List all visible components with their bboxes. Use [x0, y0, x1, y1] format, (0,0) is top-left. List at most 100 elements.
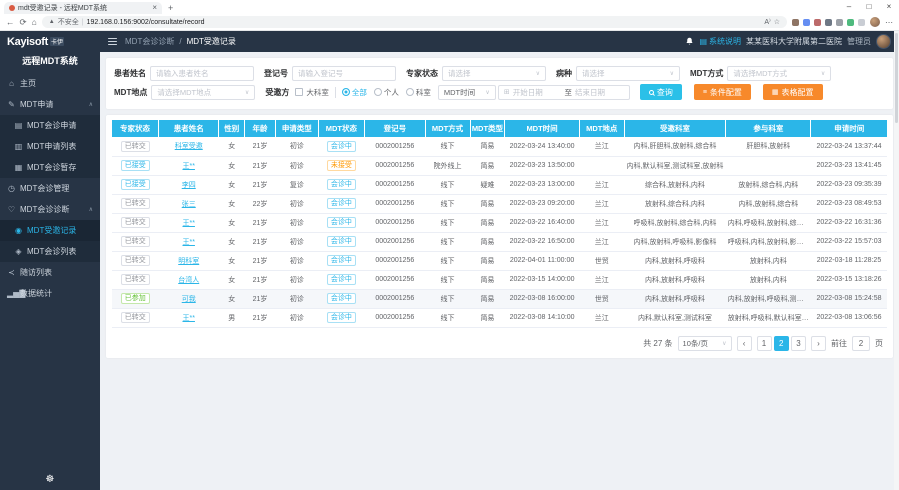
refresh-icon[interactable]: ⟳ [20, 18, 27, 27]
column-header: 年龄 [245, 120, 276, 137]
radio-personal[interactable]: 个人 [374, 87, 399, 98]
extension-icon[interactable] [836, 19, 843, 26]
mdt-status-cell: 会诊中 [318, 232, 365, 251]
browser-menu-icon[interactable]: ⋯ [885, 18, 893, 27]
table-cell: 女 [219, 156, 245, 175]
patient-name-link[interactable]: 可我 [182, 296, 196, 303]
sidebar-item-mdt-consult-diagnosis[interactable]: ♡MDT会诊诊断∧ [0, 199, 100, 220]
extension-icon[interactable] [803, 19, 810, 26]
table-cell: 初诊 [276, 194, 319, 213]
close-button[interactable]: × [879, 0, 899, 14]
table-cell: 初诊 [276, 213, 319, 232]
system-doc-link[interactable]: ▤ 系统说明 [699, 36, 741, 47]
patient-name-link[interactable]: 王** [182, 220, 194, 227]
patient-name-link[interactable]: 李四 [182, 182, 196, 189]
mdt-mode-select[interactable]: 请选择MDT方式∨ [727, 66, 831, 81]
sidebar-item-followup-list[interactable]: ≺随访列表 [0, 262, 100, 283]
table-row: 已转交王**女21岁初诊会诊中0002001256线下简易2022-03-22 … [112, 213, 887, 232]
expert-status-cell: 已转交 [112, 251, 159, 270]
disease-select[interactable]: 请选择∨ [576, 66, 680, 81]
patient-name-link[interactable]: 明科室 [178, 258, 199, 265]
table-cell: 2022-03-08 15:24:58 [811, 289, 887, 308]
patient-name-link[interactable]: 王** [182, 239, 194, 246]
expert-status-cell: 已转交 [112, 213, 159, 232]
prev-page-button[interactable]: ‹ [737, 336, 752, 351]
expert-status-tag: 已转交 [121, 274, 150, 285]
chevron-down-icon: ∨ [536, 70, 540, 77]
read-aloud-icon[interactable]: A⁾ [764, 18, 770, 26]
next-page-button[interactable]: › [811, 336, 826, 351]
scrollbar[interactable] [894, 31, 899, 490]
date-range-input[interactable]: ⊞ 开始日期 至 结束日期 [498, 85, 630, 100]
extension-icon[interactable] [847, 19, 854, 26]
tab-close-icon[interactable]: × [152, 4, 157, 12]
back-icon[interactable]: ← [6, 18, 15, 27]
radio-dept[interactable]: 科室 [406, 87, 431, 98]
expert-status-cell: 已转交 [112, 308, 159, 327]
table-cell: 2022-03-23 13:50:00 [505, 156, 579, 175]
mdt-status-tag: 会诊中 [327, 236, 356, 247]
address-bar[interactable]: ▲ 不安全 | 192.168.0.156:9002/consultate/re… [42, 16, 787, 28]
page-button-3[interactable]: 3 [791, 336, 806, 351]
table-cell: 世贸 [579, 251, 624, 270]
table-header-row: 专家状态患者姓名性别年龄申请类型MDT状态登记号MDT方式MDT类型MDT时间M… [112, 120, 887, 137]
jump-label-suffix: 页 [875, 338, 883, 349]
mdt-status-cell: 会诊中 [318, 270, 365, 289]
sidebar-item-mdt-consult-draft[interactable]: ▦MDT会诊暂存 [0, 157, 100, 178]
sidebar-item-mdt-invite-record[interactable]: ◉MDT受邀记录 [0, 220, 100, 241]
sidebar-item-mdt-consult-manage[interactable]: ◷MDT会诊管理 [0, 178, 100, 199]
star-icon[interactable]: ☆ [774, 18, 780, 26]
patient-name-link[interactable]: 台湾人 [178, 277, 199, 284]
page-button-1[interactable]: 1 [757, 336, 772, 351]
placeholder-text: 请选择MDT方式 [733, 68, 819, 79]
new-tab-button[interactable]: + [168, 2, 173, 14]
condition-config-button[interactable]: ≡ 条件配置 [694, 84, 751, 100]
mdt-time-select[interactable]: MDT时间 ∨ [438, 85, 496, 100]
table-config-button[interactable]: ▦ 表格配置 [763, 84, 823, 100]
mdt-location-select[interactable]: 请选择MDT地点 ∨ [151, 85, 255, 100]
sidebar-item-data-stats[interactable]: ▂▅▇数据统计 [0, 283, 100, 304]
settings-gear-icon[interactable]: ☸ [0, 474, 100, 485]
sidebar-item-mdt-apply[interactable]: ✎MDT申请∧ [0, 94, 100, 115]
maximize-button[interactable]: □ [859, 0, 879, 14]
extension-icon[interactable] [792, 19, 799, 26]
table-cell: 线下 [425, 232, 470, 251]
reg-no-input[interactable]: 请输入登记号 [292, 66, 396, 81]
patient-name-link[interactable]: 王** [182, 163, 194, 170]
radio-all[interactable]: 全部 [342, 87, 367, 98]
table-cell: 疑难 [470, 175, 505, 194]
minimize-button[interactable]: – [839, 0, 859, 14]
search-button[interactable]: 查询 [640, 84, 682, 100]
bell-icon[interactable] [685, 37, 694, 46]
extension-icon[interactable] [814, 19, 821, 26]
page-button-2[interactable]: 2 [774, 336, 789, 351]
page-size-select[interactable]: 10条/页 ∨ [678, 336, 732, 351]
jump-page-input[interactable] [852, 336, 870, 351]
sidebar-item-home[interactable]: ⌂主页 [0, 73, 100, 94]
sidebar-item-mdt-consult-apply[interactable]: ▤MDT会诊申请 [0, 115, 100, 136]
patient-name-link[interactable]: 张三 [182, 201, 196, 208]
table-cell: 放射科,内科 [726, 270, 811, 289]
big-dept-checkbox[interactable] [295, 88, 303, 96]
expert-status-select[interactable]: 请选择∨ [442, 66, 546, 81]
extension-icon[interactable] [825, 19, 832, 26]
sidebar-item-mdt-apply-list[interactable]: ▥MDT申请列表 [0, 136, 100, 157]
username: 管理员 [847, 36, 871, 47]
user-avatar[interactable] [876, 34, 891, 49]
home-icon[interactable]: ⌂ [32, 18, 37, 27]
table-cell: 兰江 [579, 213, 624, 232]
patient-name-link[interactable]: 王** [182, 315, 194, 322]
browser-profile-avatar[interactable] [870, 17, 880, 27]
table-cell: 简易 [470, 137, 505, 156]
browser-tab[interactable]: mdt受邀记录 - 远程MDT系统 × [4, 2, 162, 14]
table-cell: 线下 [425, 194, 470, 213]
sidebar-menu: ⌂主页✎MDT申请∧▤MDT会诊申请▥MDT申请列表▦MDT会诊暂存◷MDT会诊… [0, 73, 100, 304]
table-cell: 2022-03-08 13:06:56 [811, 308, 887, 327]
patient-name-link[interactable]: 科室受邀 [175, 143, 203, 150]
sidebar-item-mdt-consult-list[interactable]: ◈MDT会诊列表 [0, 241, 100, 262]
patient-name-input[interactable]: 请输入患者姓名 [150, 66, 254, 81]
hamburger-icon[interactable] [108, 38, 117, 46]
table-cell: 线下 [425, 137, 470, 156]
table-cell: 女 [219, 137, 245, 156]
extension-icon[interactable] [858, 19, 865, 26]
